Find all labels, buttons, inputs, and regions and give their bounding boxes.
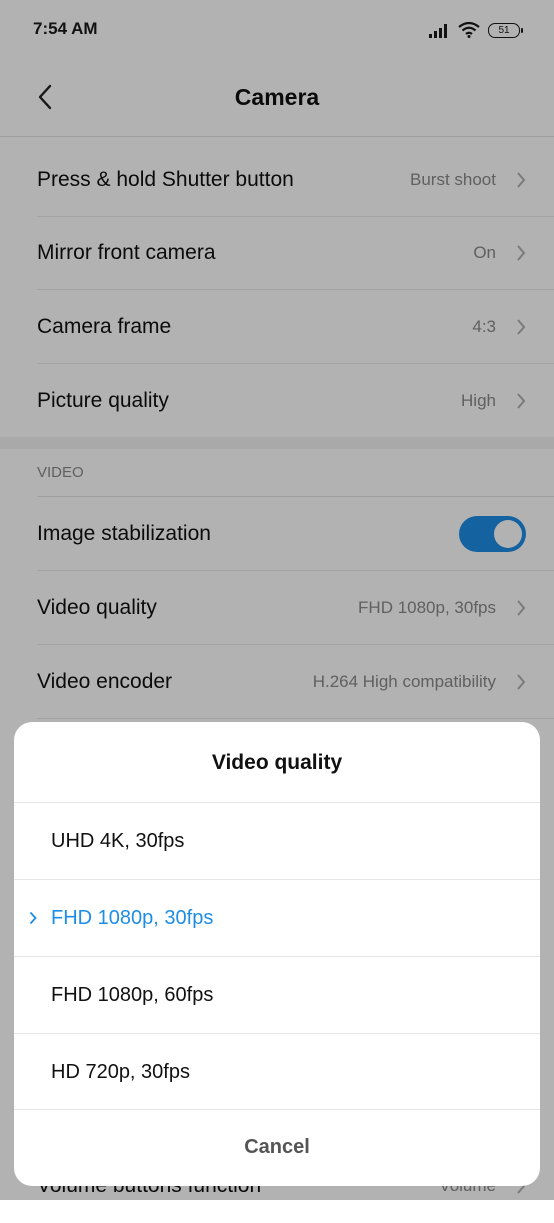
cancel-button[interactable]: Cancel [14, 1109, 540, 1186]
option-label: FHD 1080p, 30fps [51, 907, 214, 929]
dialog-title: Video quality [211, 751, 343, 774]
option-label: UHD 4K, 30fps [51, 830, 185, 852]
option-fhd-1080p-60fps[interactable]: FHD 1080p, 60fps [14, 956, 540, 1033]
option-uhd-4k-30fps[interactable]: UHD 4K, 30fps [14, 802, 540, 879]
option-label: FHD 1080p, 60fps [51, 984, 214, 1006]
option-hd-720p-30fps[interactable]: HD 720p, 30fps [14, 1033, 540, 1110]
check-chevron-icon [29, 911, 37, 925]
option-label: HD 720p, 30fps [51, 1061, 190, 1083]
video-quality-dialog: Video quality UHD 4K, 30fps FHD 1080p, 3… [14, 722, 540, 1186]
option-fhd-1080p-30fps[interactable]: FHD 1080p, 30fps [14, 879, 540, 956]
